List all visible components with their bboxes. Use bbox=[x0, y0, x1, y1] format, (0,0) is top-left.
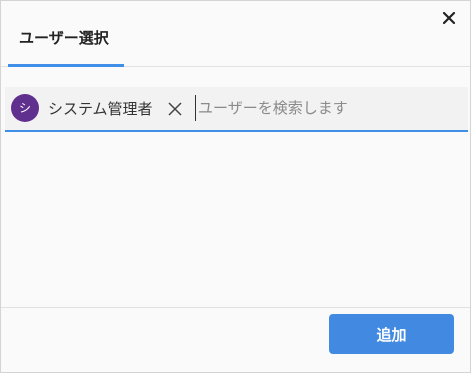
tab-label: ユーザー選択 bbox=[19, 29, 109, 47]
tab-bar: ユーザー選択 bbox=[1, 1, 470, 67]
user-select-dialog: ユーザー選択 シ システム管理者 追加 bbox=[0, 0, 471, 373]
tab-user-select[interactable]: ユーザー選択 bbox=[8, 1, 124, 67]
close-button[interactable] bbox=[439, 8, 459, 28]
footer-divider bbox=[1, 307, 470, 308]
user-picker: シ システム管理者 bbox=[5, 87, 468, 132]
user-search-input[interactable] bbox=[195, 95, 463, 121]
remove-user-button[interactable] bbox=[167, 101, 183, 117]
close-icon bbox=[442, 11, 456, 25]
avatar: シ bbox=[11, 94, 39, 122]
selected-user-name: システム管理者 bbox=[48, 100, 153, 118]
selected-user-chip: シ システム管理者 bbox=[9, 92, 187, 125]
remove-icon bbox=[168, 102, 182, 116]
add-button[interactable]: 追加 bbox=[329, 314, 454, 354]
